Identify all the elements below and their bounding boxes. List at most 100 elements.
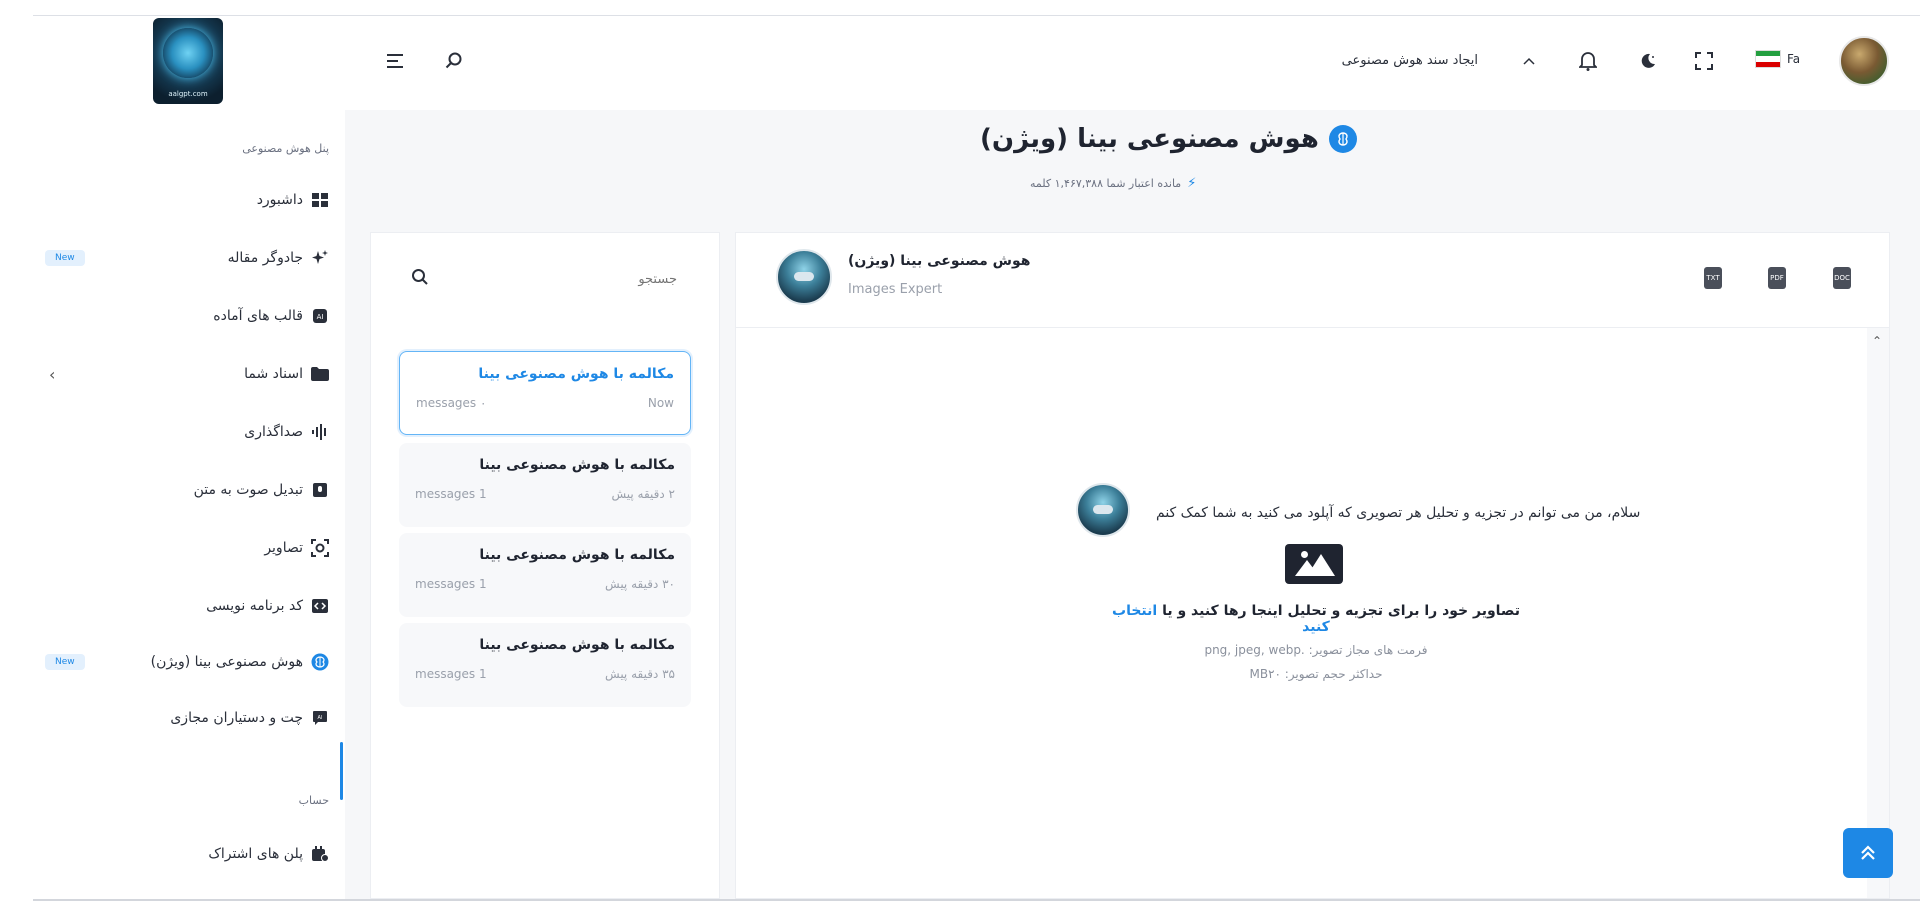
conversation-count: ۰ messages bbox=[416, 396, 487, 410]
sidebar-item-article-wizard[interactable]: جادوگر مقاله New bbox=[39, 238, 329, 278]
lightning-icon: ⚡ bbox=[1187, 176, 1197, 191]
sidebar-item-label: قالب های آماده bbox=[213, 308, 303, 324]
conversation-item[interactable]: مکالمه با هوش مصنوعی بینا ۲ دقیقه پیش 1 … bbox=[399, 443, 691, 527]
conversation-title: مکالمه با هوش مصنوعی بینا bbox=[479, 457, 675, 473]
sidebar-item-label: جادوگر مقاله bbox=[227, 250, 303, 266]
top-frame-line bbox=[33, 15, 1920, 16]
search-icon[interactable] bbox=[411, 268, 429, 290]
sidebar-item-subscription-plans[interactable]: پلن های اشتراک bbox=[39, 834, 329, 874]
upload-dropzone-text[interactable]: تصاویر خود را برای تجزیه و تحلیل اینجا ر… bbox=[1106, 603, 1526, 635]
bot-role: Images Expert bbox=[848, 282, 943, 297]
chat-bot-icon: AI bbox=[311, 709, 329, 727]
conversation-time: Now bbox=[647, 396, 674, 410]
image-upload-icon[interactable] bbox=[1285, 544, 1343, 584]
page-title: هوش مصنوعی بینا (ویژن) bbox=[980, 124, 1357, 154]
greeting-message: سلام، من می توانم در تجزیه و تحلیل هر تص… bbox=[1076, 483, 1716, 543]
brain-logo-icon bbox=[163, 28, 213, 78]
code-icon bbox=[311, 597, 329, 615]
conversation-item[interactable]: مکالمه با هوش مصنوعی بینا Now ۰ messages bbox=[399, 351, 691, 435]
bottom-frame-line bbox=[33, 899, 1920, 901]
logo-caption: aalgpt.com bbox=[168, 90, 208, 98]
search-input[interactable] bbox=[477, 271, 677, 287]
speech-to-text-icon bbox=[311, 481, 329, 499]
new-badge: New bbox=[45, 250, 85, 266]
image-scan-icon bbox=[311, 539, 329, 557]
sidebar-item-chat-assistants[interactable]: AI چت و دستیاران مجازی bbox=[39, 698, 329, 738]
page-title-text: هوش مصنوعی بینا (ویژن) bbox=[980, 124, 1319, 154]
upload-instruction: تصاویر خود را برای تجزیه و تحلیل اینجا ر… bbox=[1162, 603, 1520, 619]
conversation-search[interactable] bbox=[399, 259, 689, 299]
sidebar-item-label: صداگذاری bbox=[244, 424, 303, 440]
subscription-icon bbox=[311, 845, 329, 863]
greeting-text: سلام، من می توانم در تجزیه و تحلیل هر تص… bbox=[1156, 505, 1641, 521]
brain-icon bbox=[1328, 125, 1357, 153]
sidebar-item-speech-to-text[interactable]: تبدیل صوت به متن bbox=[39, 470, 329, 510]
bot-name: هوش مصنوعی بینا (ویژن) bbox=[848, 253, 1031, 269]
sidebar: پنل هوش مصنوعی داشبورد جادوگر مقاله New … bbox=[33, 110, 343, 899]
active-indicator bbox=[340, 742, 343, 800]
create-ai-document-link[interactable]: ایجاد سند هوش مصنوعی bbox=[1342, 53, 1478, 68]
conversation-title: مکالمه با هوش مصنوعی بینا bbox=[479, 637, 675, 653]
svg-text:AI: AI bbox=[317, 313, 324, 321]
sidebar-item-templates[interactable]: AI قالب های آماده bbox=[39, 296, 329, 336]
sidebar-item-label: هوش مصنوعی بینا (ویژن) bbox=[150, 654, 303, 670]
sidebar-item-images[interactable]: تصاویر bbox=[39, 528, 329, 568]
conversation-count: 1 messages bbox=[415, 577, 487, 591]
bell-icon[interactable] bbox=[1575, 48, 1601, 74]
language-label: Fa bbox=[1787, 52, 1801, 66]
dashboard-icon bbox=[311, 191, 329, 209]
conversation-count: 1 messages bbox=[415, 487, 487, 501]
user-avatar[interactable] bbox=[1839, 36, 1889, 86]
sidebar-item-label: داشبورد bbox=[256, 192, 303, 208]
export-pdf-icon[interactable]: PDF bbox=[1768, 267, 1786, 289]
brain-icon bbox=[311, 653, 329, 671]
sidebar-item-dashboard[interactable]: داشبورد bbox=[39, 180, 329, 220]
chat-header: TXT PDF DOC هوش مصنوعی بینا (ویژن) Image… bbox=[736, 233, 1889, 328]
scroll-to-top-button[interactable] bbox=[1843, 828, 1893, 878]
bot-avatar bbox=[776, 249, 832, 305]
conversation-title: مکالمه با هوش مصنوعی بینا bbox=[479, 547, 675, 563]
sidebar-item-label: چت و دستیاران مجازی bbox=[170, 710, 303, 726]
sidebar-section-ai: پنل هوش مصنوعی bbox=[242, 142, 329, 155]
conversation-time: ۳۰ دقیقه پیش bbox=[605, 577, 675, 591]
conversation-list-panel: مکالمه با هوش مصنوعی بینا Now ۰ messages… bbox=[370, 232, 720, 899]
fullscreen-icon[interactable] bbox=[1691, 48, 1717, 74]
new-badge: New bbox=[45, 654, 85, 670]
language-selector[interactable]: Fa bbox=[1755, 50, 1800, 68]
chevron-left-icon[interactable]: ‹ bbox=[49, 365, 55, 384]
menu-toggle-icon[interactable] bbox=[385, 50, 407, 72]
conversation-time: ۲ دقیقه پیش bbox=[611, 487, 675, 501]
dark-mode-toggle-icon[interactable] bbox=[1635, 48, 1661, 74]
bot-avatar bbox=[1076, 483, 1130, 537]
chevron-up-icon[interactable] bbox=[1518, 50, 1540, 72]
chat-scrollbar[interactable]: ⌃ bbox=[1867, 328, 1889, 898]
sidebar-item-label: تبدیل صوت به متن bbox=[193, 482, 303, 498]
sidebar-item-label: پلن های اشتراک bbox=[208, 846, 303, 862]
conversation-item[interactable]: مکالمه با هوش مصنوعی بینا ۳۵ دقیقه پیش 1… bbox=[399, 623, 691, 707]
sidebar-item-vision-ai[interactable]: هوش مصنوعی بینا (ویژن) New bbox=[39, 642, 329, 682]
export-txt-icon[interactable]: TXT bbox=[1704, 267, 1722, 289]
conversation-item[interactable]: مکالمه با هوش مصنوعی بینا ۳۰ دقیقه پیش 1… bbox=[399, 533, 691, 617]
folder-icon bbox=[311, 365, 329, 383]
chat-panel: TXT PDF DOC هوش مصنوعی بینا (ویژن) Image… bbox=[735, 232, 1890, 899]
sidebar-item-code[interactable]: کد برنامه نویسی bbox=[39, 586, 329, 626]
sidebar-item-documents[interactable]: اسناد شما ‹ bbox=[39, 354, 329, 394]
sidebar-item-label: تصاویر bbox=[264, 540, 303, 556]
conversation-time: ۳۵ دقیقه پیش bbox=[605, 667, 675, 681]
allowed-formats: png, jpeg, webp. :فرمت های مجاز تصویر bbox=[1204, 643, 1428, 657]
credit-balance: ⚡ مانده اعتبار شما ۱,۴۶۷,۳۸۸ کلمه bbox=[1030, 176, 1196, 191]
search-icon[interactable] bbox=[443, 50, 465, 72]
site-logo[interactable]: aalgpt.com bbox=[153, 18, 223, 104]
sidebar-item-label: اسناد شما bbox=[244, 366, 303, 382]
max-file-size: MBحداکثر حجم تصویر: ۲۰ bbox=[1249, 667, 1383, 681]
conversation-title: مکالمه با هوش مصنوعی بینا bbox=[478, 366, 674, 382]
sparkles-icon bbox=[311, 249, 329, 267]
export-doc-icon[interactable]: DOC bbox=[1833, 267, 1851, 289]
chevron-up-icon[interactable]: ⌃ bbox=[1872, 334, 1882, 348]
top-header: ایجاد سند هوش مصنوعی Fa bbox=[345, 26, 1920, 98]
ai-template-icon: AI bbox=[311, 307, 329, 325]
sidebar-item-voiceover[interactable]: صداگذاری bbox=[39, 412, 329, 452]
credit-label: مانده اعتبار شما ۱,۴۶۷,۳۸۸ کلمه bbox=[1030, 177, 1182, 190]
svg-text:AI: AI bbox=[318, 715, 323, 721]
conversation-count: 1 messages bbox=[415, 667, 487, 681]
